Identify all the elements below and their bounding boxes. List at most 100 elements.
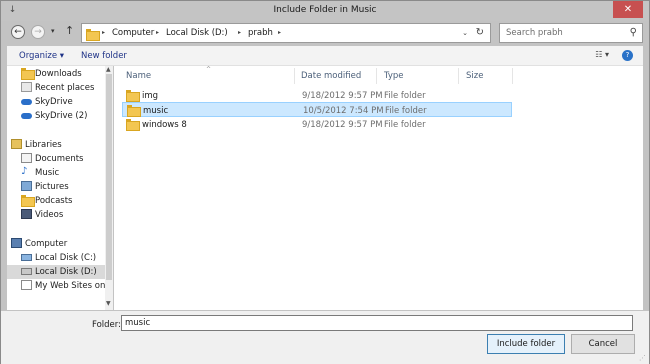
documents-icon <box>21 153 32 163</box>
computer-icon <box>11 238 22 248</box>
sidebar-item-label: Local Disk (D:) <box>35 267 97 277</box>
breadcrumb-separator[interactable]: ▸ <box>238 29 241 36</box>
navigation-bar: ← → ▾ ↑ ▸ Computer ▸ Local Disk (D:) ▸ p… <box>7 22 643 44</box>
sidebar-item-downloads[interactable]: Downloads <box>7 67 105 81</box>
column-header-type[interactable]: Type <box>384 71 404 81</box>
folder-icon <box>126 119 140 131</box>
downloads-icon <box>21 68 35 80</box>
scroll-up-icon[interactable]: ▲ <box>106 66 111 73</box>
column-divider[interactable] <box>512 68 513 84</box>
sidebar-item-local-disk-c[interactable]: Local Disk (C:) <box>7 251 105 265</box>
title-bar[interactable]: ↓ Include Folder in Music ✕ <box>1 1 649 21</box>
sidebar-item-skydrive[interactable]: SkyDrive <box>7 95 105 109</box>
libraries-icon <box>11 139 22 149</box>
help-icon[interactable]: ? <box>622 50 633 61</box>
navigation-pane[interactable]: Downloads Recent places SkyDrive SkyDriv… <box>7 66 113 310</box>
sidebar-item-videos[interactable]: Videos <box>7 208 105 222</box>
organize-button[interactable]: Organize ▾ <box>19 51 64 61</box>
skydrive-icon <box>21 99 32 105</box>
resize-grip-icon[interactable]: ⋰ <box>639 354 646 362</box>
column-divider[interactable] <box>294 68 295 84</box>
web-sites-icon <box>21 280 32 290</box>
sidebar-item-label: Recent places <box>35 83 95 93</box>
folder-icon <box>127 105 141 117</box>
sidebar-item-music[interactable]: ♪ Music <box>7 166 105 180</box>
cancel-button[interactable]: Cancel <box>571 334 635 354</box>
up-button[interactable]: ↑ <box>65 24 74 37</box>
change-view-icon[interactable]: ☷ ▾ <box>595 50 609 59</box>
drive-icon <box>21 268 32 275</box>
sidebar-item-label: Pictures <box>35 182 69 192</box>
file-name: img <box>142 91 159 101</box>
file-date: 9/18/2012 9:57 PM <box>302 91 383 101</box>
address-dropdown-icon[interactable]: ⌄ <box>462 29 468 37</box>
pictures-icon <box>21 181 32 191</box>
breadcrumb-computer[interactable]: Computer <box>112 28 154 38</box>
folder-label: Folder: <box>92 320 121 330</box>
dialog-footer: Folder: Include folder Cancel ⋰ <box>1 311 649 364</box>
column-header-size[interactable]: Size <box>466 71 483 81</box>
music-icon: ♪ <box>21 166 28 177</box>
forward-button[interactable]: → <box>31 25 45 39</box>
sidebar-item-documents[interactable]: Documents <box>7 152 105 166</box>
dialog-window: ↓ Include Folder in Music ✕ ← → ▾ ↑ ▸ Co… <box>0 0 650 364</box>
folder-icon <box>86 29 100 41</box>
new-folder-button[interactable]: New folder <box>81 51 127 61</box>
sidebar-item-computer[interactable]: Computer <box>7 237 105 251</box>
breadcrumb-separator[interactable]: ▸ <box>278 29 281 36</box>
breadcrumb-local-disk-d[interactable]: Local Disk (D:) <box>166 28 228 38</box>
sidebar-scrollbar[interactable]: ▲ ▼ <box>105 66 113 310</box>
sidebar-item-label: Local Disk (C:) <box>35 253 97 263</box>
search-icon[interactable]: ⚲ <box>630 27 637 38</box>
sidebar-item-libraries[interactable]: Libraries <box>7 138 105 152</box>
file-row-img[interactable]: img 9/18/2012 9:57 PM File folder <box>122 88 512 103</box>
search-placeholder[interactable]: Search prabh <box>506 28 563 38</box>
close-button[interactable]: ✕ <box>613 1 643 18</box>
recent-locations-button[interactable]: ▾ <box>51 27 55 35</box>
breadcrumb-separator[interactable]: ▸ <box>156 29 159 36</box>
back-button[interactable]: ← <box>11 25 25 39</box>
sidebar-item-podcasts[interactable]: Podcasts <box>7 194 105 208</box>
sidebar-item-local-disk-d[interactable]: Local Disk (D:) <box>7 265 105 279</box>
file-type: File folder <box>384 91 426 101</box>
search-box[interactable]: Search prabh ⚲ <box>499 23 643 43</box>
drive-icon <box>21 254 32 261</box>
sidebar-item-label: SkyDrive (2) <box>35 111 88 121</box>
sidebar-item-label: Music <box>35 168 60 178</box>
sidebar-item-label: SkyDrive <box>35 97 73 107</box>
sidebar-item-recent-places[interactable]: Recent places <box>7 81 105 95</box>
folder-name-input[interactable] <box>121 315 633 331</box>
sidebar-item-pictures[interactable]: Pictures <box>7 180 105 194</box>
include-folder-button[interactable]: Include folder <box>487 334 565 354</box>
recent-places-icon <box>21 82 32 92</box>
file-date: 9/18/2012 9:57 PM <box>302 120 383 130</box>
file-row-windows-8[interactable]: windows 8 9/18/2012 9:57 PM File folder <box>122 117 512 132</box>
file-type: File folder <box>385 106 427 116</box>
window-title: Include Folder in Music <box>273 5 377 15</box>
file-name: music <box>143 106 169 116</box>
column-header-date-modified[interactable]: Date modified <box>301 71 361 81</box>
refresh-icon[interactable]: ↻ <box>476 27 484 38</box>
address-bar[interactable]: ▸ Computer ▸ Local Disk (D:) ▸ prabh ▸ ⌄… <box>81 23 491 43</box>
file-name: windows 8 <box>142 120 187 130</box>
breadcrumb-separator[interactable]: ▸ <box>102 29 105 36</box>
file-row-music[interactable]: music 10/5/2012 7:54 PM File folder <box>122 102 512 117</box>
column-divider[interactable] <box>376 68 377 84</box>
scroll-down-icon[interactable]: ▼ <box>106 300 111 307</box>
breadcrumb-prabh[interactable]: prabh <box>248 28 273 38</box>
sidebar-item-label: My Web Sites on <box>35 281 106 291</box>
sidebar-item-skydrive-2[interactable]: SkyDrive (2) <box>7 109 105 123</box>
sidebar-item-label: Downloads <box>35 69 82 79</box>
folder-icon <box>126 90 140 102</box>
column-divider[interactable] <box>458 68 459 84</box>
sidebar-item-my-web-sites[interactable]: My Web Sites on <box>7 279 105 293</box>
skydrive-icon <box>21 113 32 119</box>
sidebar-item-label: Computer <box>25 239 68 249</box>
sidebar-item-label: Videos <box>35 210 64 220</box>
videos-icon <box>21 209 32 219</box>
file-list[interactable]: ^ Name Date modified Type Size img 9/18/… <box>114 66 643 310</box>
scrollbar-thumb[interactable] <box>106 74 112 280</box>
sort-ascending-icon: ^ <box>206 66 212 73</box>
file-type: File folder <box>384 120 426 130</box>
column-header-name[interactable]: Name <box>126 71 151 81</box>
